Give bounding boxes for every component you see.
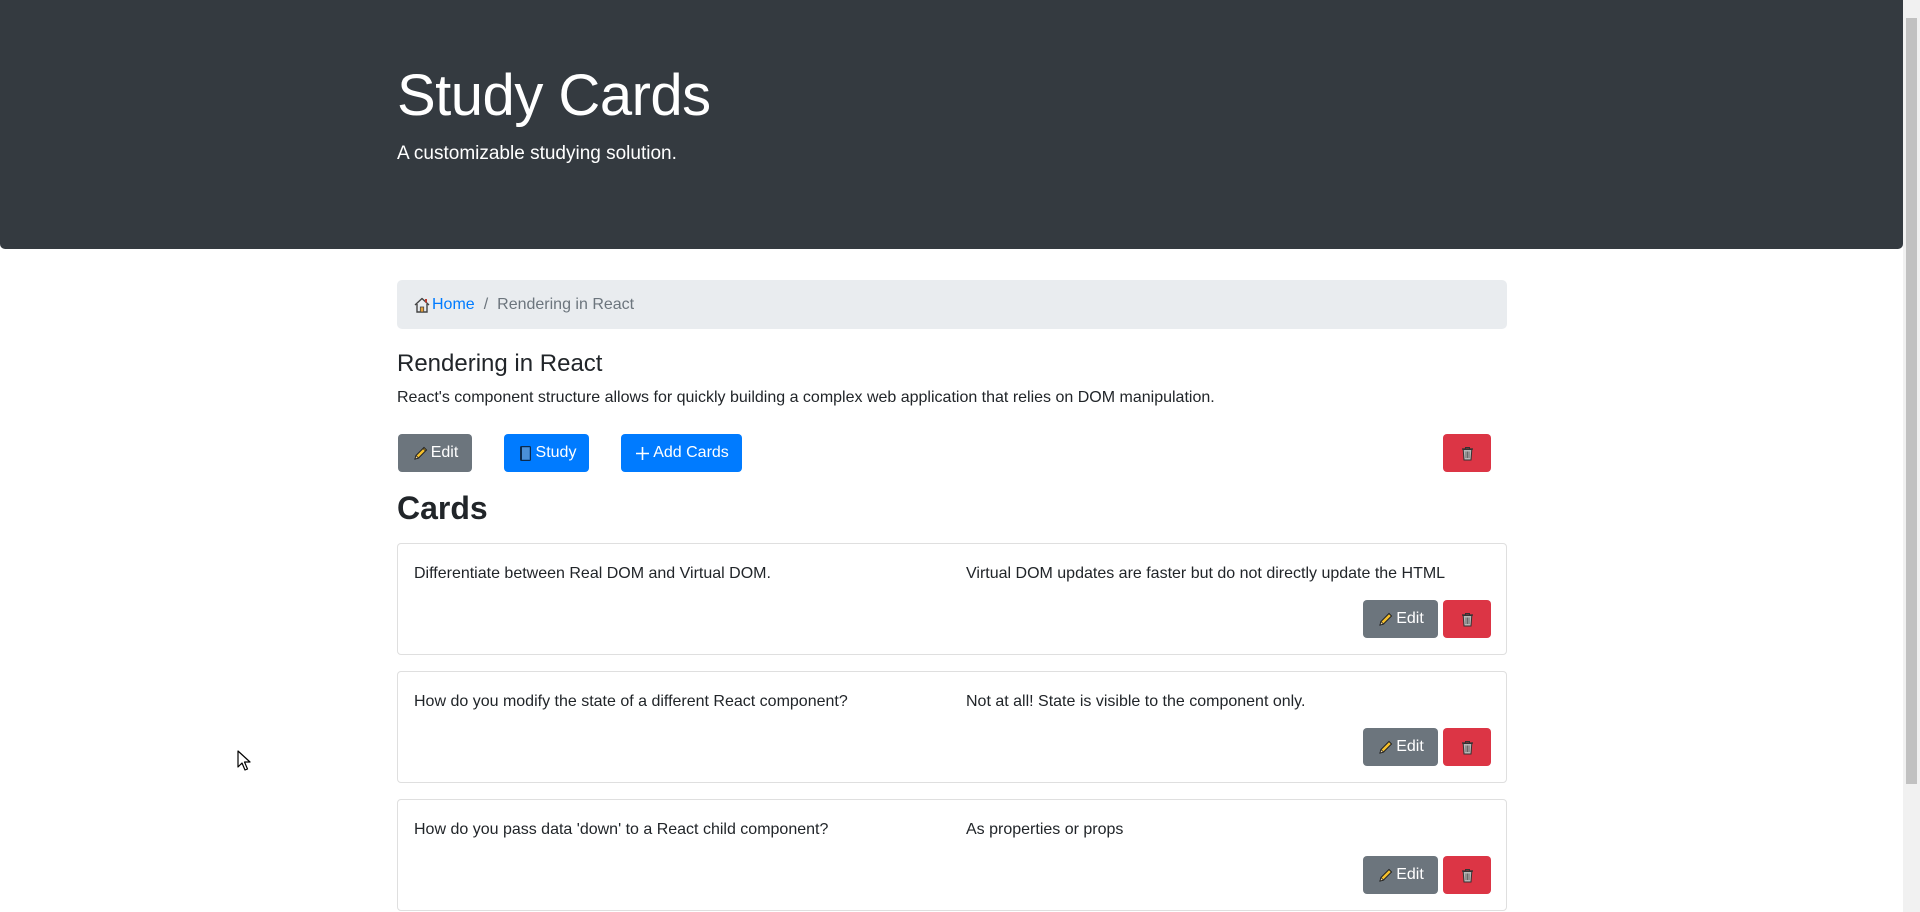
plus-icon xyxy=(634,445,651,462)
card-back: Not at all! State is visible to the comp… xyxy=(966,693,1306,710)
card-back: As properties or props xyxy=(966,821,1124,838)
edit-card-button[interactable]: Edit xyxy=(1363,600,1438,638)
main-container: Home / Rendering in React Rendering in R… xyxy=(397,280,1507,912)
card-front: How do you modify the state of a differe… xyxy=(414,693,848,710)
scrollbar-thumb[interactable] xyxy=(1906,18,1917,784)
deck-title: Rendering in React xyxy=(397,350,603,377)
breadcrumb-separator: / xyxy=(483,295,489,313)
edit-card-button[interactable]: Edit xyxy=(1363,728,1438,766)
breadcrumb-current: Rendering in React xyxy=(497,295,635,313)
vertical-scrollbar[interactable] xyxy=(1903,0,1920,912)
deck-actions: Edit Study Add Cards xyxy=(397,434,1507,472)
home-icon xyxy=(413,296,431,314)
app-subtitle: A customizable studying solution. xyxy=(397,143,677,164)
app-title: Study Cards xyxy=(397,63,711,128)
edit-deck-label: Edit xyxy=(430,444,459,461)
pencil-icon xyxy=(1377,867,1394,884)
card-back: Virtual DOM updates are faster but do no… xyxy=(966,565,1446,582)
card-list: Differentiate between Real DOM and Virtu… xyxy=(397,543,1507,911)
book-icon xyxy=(517,445,534,462)
deck-description: React's component structure allows for q… xyxy=(397,389,1215,406)
breadcrumb-home-link[interactable]: Home xyxy=(413,296,475,314)
study-card: Differentiate between Real DOM and Virtu… xyxy=(397,543,1507,655)
page: Study Cards A customizable studying solu… xyxy=(0,0,1920,912)
trash-icon xyxy=(1459,611,1476,628)
card-front: How do you pass data 'down' to a React c… xyxy=(414,821,829,838)
study-deck-button[interactable]: Study xyxy=(504,434,589,472)
cards-heading: Cards xyxy=(397,490,488,526)
edit-deck-button[interactable]: Edit xyxy=(398,434,472,472)
breadcrumb: Home / Rendering in React xyxy=(397,280,1507,329)
delete-card-button[interactable] xyxy=(1443,600,1491,638)
add-cards-label: Add Cards xyxy=(653,444,729,461)
pencil-icon xyxy=(1377,611,1394,628)
pencil-icon xyxy=(1377,739,1394,756)
trash-icon xyxy=(1459,867,1476,884)
jumbotron-header: Study Cards A customizable studying solu… xyxy=(0,0,1903,249)
trash-icon xyxy=(1459,445,1476,462)
trash-icon xyxy=(1459,739,1476,756)
edit-card-button[interactable]: Edit xyxy=(1363,856,1438,894)
study-deck-label: Study xyxy=(535,444,577,461)
edit-card-label: Edit xyxy=(1396,610,1424,627)
study-card: How do you modify the state of a differe… xyxy=(397,671,1507,783)
add-cards-button[interactable]: Add Cards xyxy=(621,434,742,472)
delete-card-button[interactable] xyxy=(1443,728,1491,766)
mouse-cursor-icon xyxy=(237,750,251,772)
breadcrumb-home-label: Home xyxy=(432,295,475,313)
delete-deck-button[interactable] xyxy=(1443,434,1491,472)
edit-card-label: Edit xyxy=(1396,738,1424,755)
card-front: Differentiate between Real DOM and Virtu… xyxy=(414,565,771,582)
pencil-icon xyxy=(412,445,429,462)
delete-card-button[interactable] xyxy=(1443,856,1491,894)
study-card: How do you pass data 'down' to a React c… xyxy=(397,799,1507,911)
edit-card-label: Edit xyxy=(1396,866,1424,883)
